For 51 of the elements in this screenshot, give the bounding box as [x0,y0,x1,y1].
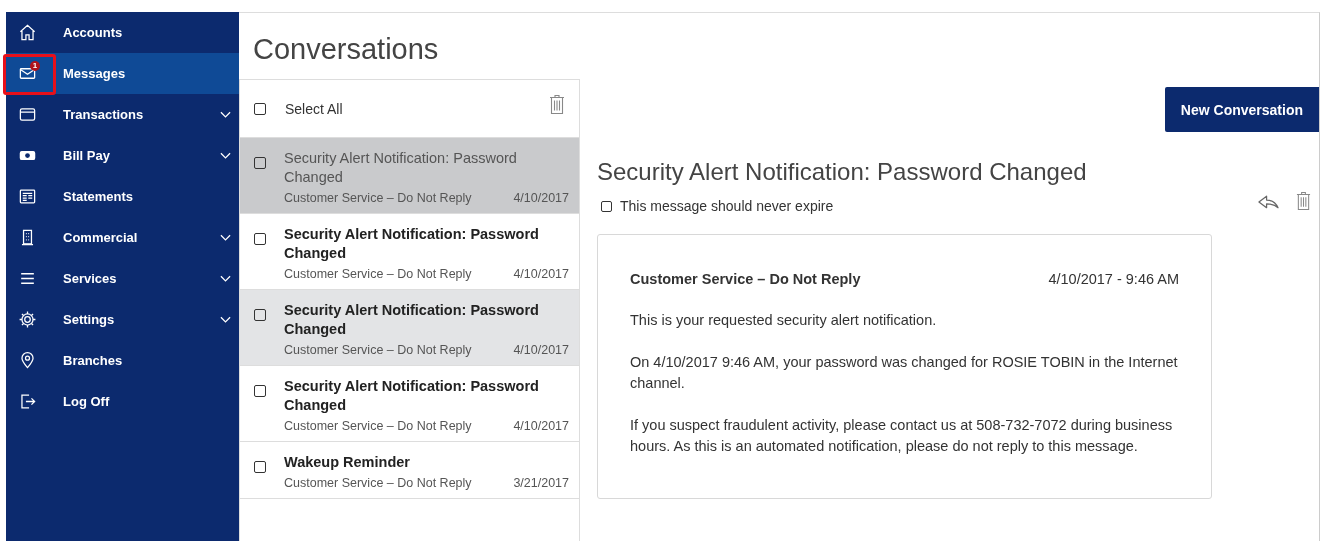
sender-name: Customer Service – Do Not Reply [284,419,472,433]
nav-item[interactable]: Settings [6,299,239,340]
message-sender: Customer Service – Do Not Reply [630,270,861,289]
message-paragraph: If you suspect fraudulent activity, please contact us at 508-732-7072 during business hours. As this is an automated notification, please do not reply to this message. [630,416,1174,456]
conversation-row[interactable]: Security Alert Notification: Password Changed Customer Service – Do Not Reply 4/10/2017 [240,290,579,366]
conversation-subject: Security Alert Notification: Password Changed [284,377,540,415]
conversation-subject: Security Alert Notification: Password Changed [284,225,540,263]
nav-item[interactable]: Accounts [6,12,239,53]
message-paragraph: This is your requested security alert notification. [630,311,938,330]
never-expire-label: This message should never expire [620,198,834,214]
sender-name: Customer Service – Do Not Reply [284,191,472,205]
sender-name: Customer Service – Do Not Reply [284,267,472,281]
settings-icon [17,310,37,329]
nav-item[interactable]: Commercial [6,217,239,258]
select-all-label: Select All [285,100,344,117]
conversation-subject: Wakeup Reminder [284,453,411,472]
message-paragraph: On 4/10/2017 9:46 AM, your password was changed for ROSIE TOBIN in the Internet channel. [630,353,1179,393]
conversation-date: 4/10/2017 [513,343,569,357]
notification-badge: 1 [30,61,40,71]
conversation-date: 3/21/2017 [513,476,569,490]
sender-name: Customer Service – Do Not Reply [284,343,472,357]
document-icon [17,187,37,206]
nav-item[interactable]: Log Off [6,381,239,422]
conversation-date: 4/10/2017 [513,267,569,281]
checkbox[interactable] [254,157,266,169]
checkbox[interactable] [254,461,266,473]
message-title: Security Alert Notification: Password Changed [597,158,1088,186]
conversation-subject: Security Alert Notification: Password Changed [284,149,518,187]
checkbox[interactable] [254,309,266,321]
trash-icon[interactable] [1296,190,1311,212]
conversation-subject: Security Alert Notification: Password Changed [284,301,540,339]
sender-name: Customer Service – Do Not Reply [284,476,472,490]
nav-item[interactable]: Transactions [6,94,239,135]
home-icon [17,23,37,42]
checkbox[interactable] [254,233,266,245]
checkbox[interactable] [601,200,612,212]
conversation-date: 4/10/2017 [513,191,569,205]
nav-item[interactable]: Bill Pay [6,135,239,176]
checkbox[interactable] [254,385,266,397]
trash-icon[interactable] [549,94,565,115]
nav-item[interactable]: Statements [6,176,239,217]
checkbox[interactable] [254,102,266,115]
message-timestamp: 4/10/2017 - 9:46 AM [1048,270,1179,289]
nav-item[interactable]: 1 Messages [6,53,239,94]
nav-item[interactable]: Branches [6,340,239,381]
conversation-row[interactable]: Security Alert Notification: Password Changed Customer Service – Do Not Reply 4/10/2017 [240,138,579,214]
card-icon [17,105,37,124]
new-conversation-button[interactable]: New Conversation [1164,87,1319,132]
page-title: Conversations [253,33,440,66]
nav-item[interactable]: Services [6,258,239,299]
conversation-date: 4/10/2017 [513,419,569,433]
